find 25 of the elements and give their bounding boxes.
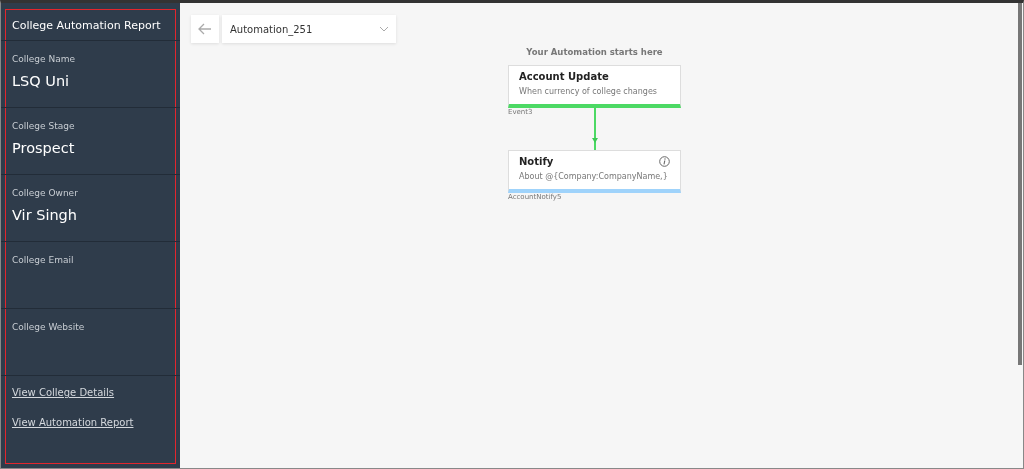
node-title: Notify [519, 156, 554, 167]
field-label: College Stage [12, 121, 76, 131]
info-icon[interactable] [659, 156, 670, 167]
sidebar-link[interactable]: View Automation Report [12, 417, 134, 428]
field-label: College Email [12, 255, 75, 265]
field-label: College Owner [12, 188, 79, 198]
back-arrow-icon [198, 23, 212, 35]
node-description: About @{Company:CompanyName,} [519, 172, 669, 181]
sidebar-title: College Automation Report [12, 18, 161, 32]
start-label: Your Automation starts here [526, 47, 663, 59]
flow-node[interactable]: Notify About @{Company:CompanyName,} [508, 150, 681, 193]
chevron-down-icon [379, 26, 389, 32]
back-button[interactable] [191, 15, 219, 43]
field-value: LSQ Uni [12, 73, 71, 89]
node-description: When currency of college changes [519, 87, 658, 96]
field-label: College Website [12, 322, 86, 332]
automation-select[interactable]: Automation_251 [222, 15, 396, 43]
scrollbar[interactable] [1018, 3, 1022, 365]
sidebar-link[interactable]: View College Details [12, 387, 115, 398]
field-value: Prospect [12, 140, 76, 156]
flow-node[interactable]: Account Update When currency of college changes [508, 65, 681, 108]
field-label: College Name [12, 54, 76, 64]
connector-arrow [590, 107, 599, 150]
field-value: Vir Singh [12, 207, 79, 223]
node-title: Account Update [519, 71, 609, 82]
